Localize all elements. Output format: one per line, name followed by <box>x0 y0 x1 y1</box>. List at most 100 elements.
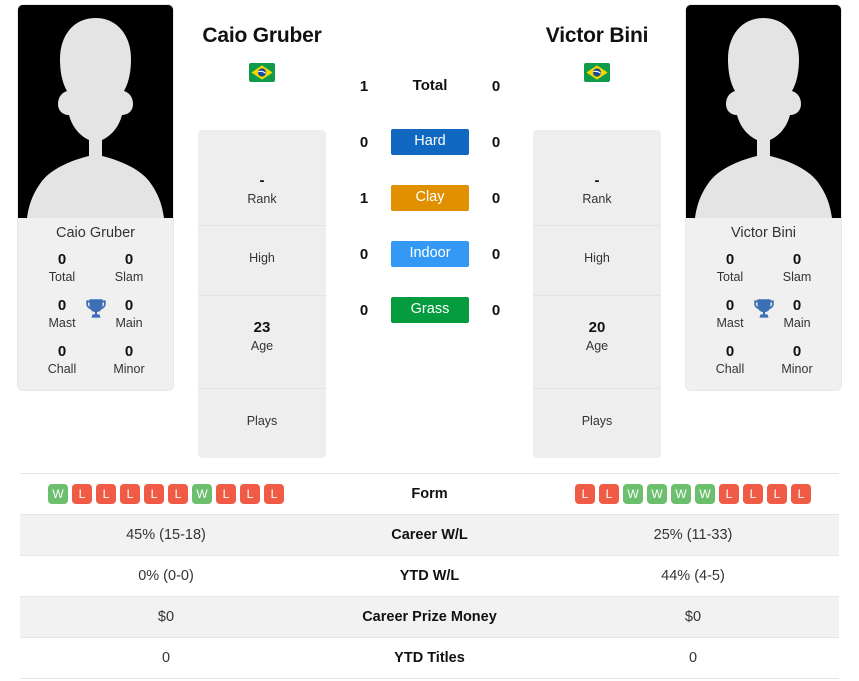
form-badge-loss: L <box>719 484 739 504</box>
titles-total-label: Total <box>48 270 76 285</box>
career-prize-money-right: $0 <box>547 596 839 638</box>
titles-chall-left: 0 Chall <box>36 342 88 378</box>
titles-row: 0 Total 0 Slam <box>686 250 841 286</box>
player-photo-right <box>686 5 841 218</box>
titles-chall-value: 0 <box>725 342 735 360</box>
player-card-right[interactable]: Victor Bini 0 Total 0 Slam 0 Mast 0 Main… <box>686 5 841 390</box>
form-badge-loss: L <box>216 484 236 504</box>
h2h-total-left-score: 1 <box>359 77 369 95</box>
titles-total-value: 0 <box>725 250 735 268</box>
titles-main-label: Main <box>783 316 811 331</box>
form-left-cell: WLLLLLWLLL <box>20 473 312 515</box>
ytd-titles-left: 0 <box>20 637 312 679</box>
ytd-titles-right: 0 <box>547 637 839 679</box>
player-card-left[interactable]: Caio Gruber 0 Total 0 Slam 0 Mast 0 Main… <box>18 5 173 390</box>
head-to-head-column: 1 Total 0 0 Hard 0 1 Clay 0 0 Indoor 0 0… <box>345 58 515 338</box>
h2h-row-clay: 1 Clay 0 <box>345 170 515 226</box>
info-rank-value: - <box>259 172 265 189</box>
trophy-icon <box>85 299 106 318</box>
info-high-right: High <box>533 226 661 296</box>
titles-grid-right: 0 Total 0 Slam 0 Mast 0 Main 0 Chall 0 M… <box>686 249 841 390</box>
avatar-silhouette-icon <box>18 5 173 218</box>
form-badges-right: LLWWWWLLLL <box>547 484 839 504</box>
info-age-right: 20 Age <box>533 296 661 389</box>
titles-slam-label: Slam <box>782 270 812 285</box>
h2h-row-hard: 0 Hard 0 <box>345 114 515 170</box>
form-badge-win: W <box>695 484 715 504</box>
info-high-label: High <box>584 251 610 265</box>
titles-chall-label: Chall <box>715 361 745 376</box>
surface-badge-clay[interactable]: Clay <box>391 185 469 211</box>
player-card-name-right: Victor Bini <box>686 218 841 250</box>
form-badge-win: W <box>48 484 68 504</box>
brazil-flag-icon-left <box>249 63 275 82</box>
titles-mast-value: 0 <box>725 296 735 314</box>
titles-slam-left: 0 Slam <box>103 250 155 286</box>
titles-slam-value: 0 <box>124 250 134 268</box>
info-high-left: High <box>198 226 326 296</box>
titles-mast-label: Mast <box>48 316 76 331</box>
surface-badge-hard[interactable]: Hard <box>391 129 469 155</box>
titles-main-label: Main <box>115 316 143 331</box>
titles-main-value: 0 <box>792 296 802 314</box>
titles-minor-value: 0 <box>792 342 802 360</box>
row-label-career-prize-money: Career Prize Money <box>312 596 547 638</box>
surface-badge-grass[interactable]: Grass <box>391 297 469 323</box>
titles-grid-left: 0 Total 0 Slam 0 Mast 0 Main 0 Chall 0 M… <box>18 249 173 390</box>
avatar-silhouette-icon <box>686 5 841 218</box>
h2h-clay-left-score: 1 <box>359 189 369 207</box>
row-label-ytd-titles: YTD Titles <box>312 637 547 679</box>
trophy-icon <box>753 299 774 318</box>
titles-main-left: 0 Main <box>103 296 155 332</box>
info-rank-label: Rank <box>247 192 277 207</box>
form-badge-win: W <box>671 484 691 504</box>
form-badge-win: W <box>192 484 212 504</box>
info-rank-right: - Rank <box>533 130 661 226</box>
form-badge-win: W <box>623 484 643 504</box>
titles-row: 0 Chall 0 Minor <box>686 342 841 378</box>
ytd-wl-left: 0% (0-0) <box>20 555 312 597</box>
h2h-indoor-badge-wrap: Indoor <box>383 241 477 267</box>
h2h-grass-right-score: 0 <box>491 301 501 319</box>
form-badge-loss: L <box>120 484 140 504</box>
titles-row: 0 Total 0 Slam <box>18 250 173 286</box>
player-name-left[interactable]: Caio Gruber <box>162 24 362 48</box>
titles-chall-right: 0 Chall <box>704 342 756 378</box>
titles-total-label: Total <box>716 270 744 285</box>
form-badge-loss: L <box>264 484 284 504</box>
info-plays-label: Plays <box>246 414 278 428</box>
brazil-flag-icon-right <box>584 63 610 82</box>
h2h-grass-badge-wrap: Grass <box>383 297 477 323</box>
player-name-right[interactable]: Victor Bini <box>497 24 697 48</box>
h2h-grass-left-score: 0 <box>359 301 369 319</box>
h2h-row-total: 1 Total 0 <box>345 58 515 114</box>
info-plays-right: Plays <box>533 389 661 458</box>
info-rank-label: Rank <box>582 192 612 207</box>
ytd-wl-right: 44% (4-5) <box>547 555 839 597</box>
info-plays-left: Plays <box>198 389 326 458</box>
h2h-hard-left-score: 0 <box>359 133 369 151</box>
info-age-label: Age <box>250 339 274 354</box>
titles-slam-label: Slam <box>114 270 144 285</box>
info-age-value: 20 <box>588 319 606 336</box>
table-row-ytd-wl: 0% (0-0) YTD W/L 44% (4-5) <box>20 555 839 597</box>
titles-chall-label: Chall <box>47 361 77 376</box>
info-age-value: 23 <box>253 319 271 336</box>
table-row-career-prize-money: $0 Career Prize Money $0 <box>20 596 839 638</box>
h2h-row-indoor: 0 Indoor 0 <box>345 226 515 282</box>
titles-main-value: 0 <box>124 296 134 314</box>
titles-total-value: 0 <box>57 250 67 268</box>
h2h-indoor-left-score: 0 <box>359 245 369 263</box>
titles-mast-value: 0 <box>57 296 67 314</box>
form-badge-win: W <box>647 484 667 504</box>
titles-total-left: 0 Total <box>36 250 88 286</box>
info-panel-left: - Rank High 23 Age Plays <box>198 130 326 458</box>
titles-minor-label: Minor <box>113 361 145 376</box>
titles-slam-value: 0 <box>792 250 802 268</box>
career-wl-left: 45% (15-18) <box>20 514 312 556</box>
titles-total-right: 0 Total <box>704 250 756 286</box>
surface-badge-indoor[interactable]: Indoor <box>391 241 469 267</box>
form-badge-loss: L <box>767 484 787 504</box>
row-label-career-wl: Career W/L <box>312 514 547 556</box>
titles-slam-right: 0 Slam <box>771 250 823 286</box>
